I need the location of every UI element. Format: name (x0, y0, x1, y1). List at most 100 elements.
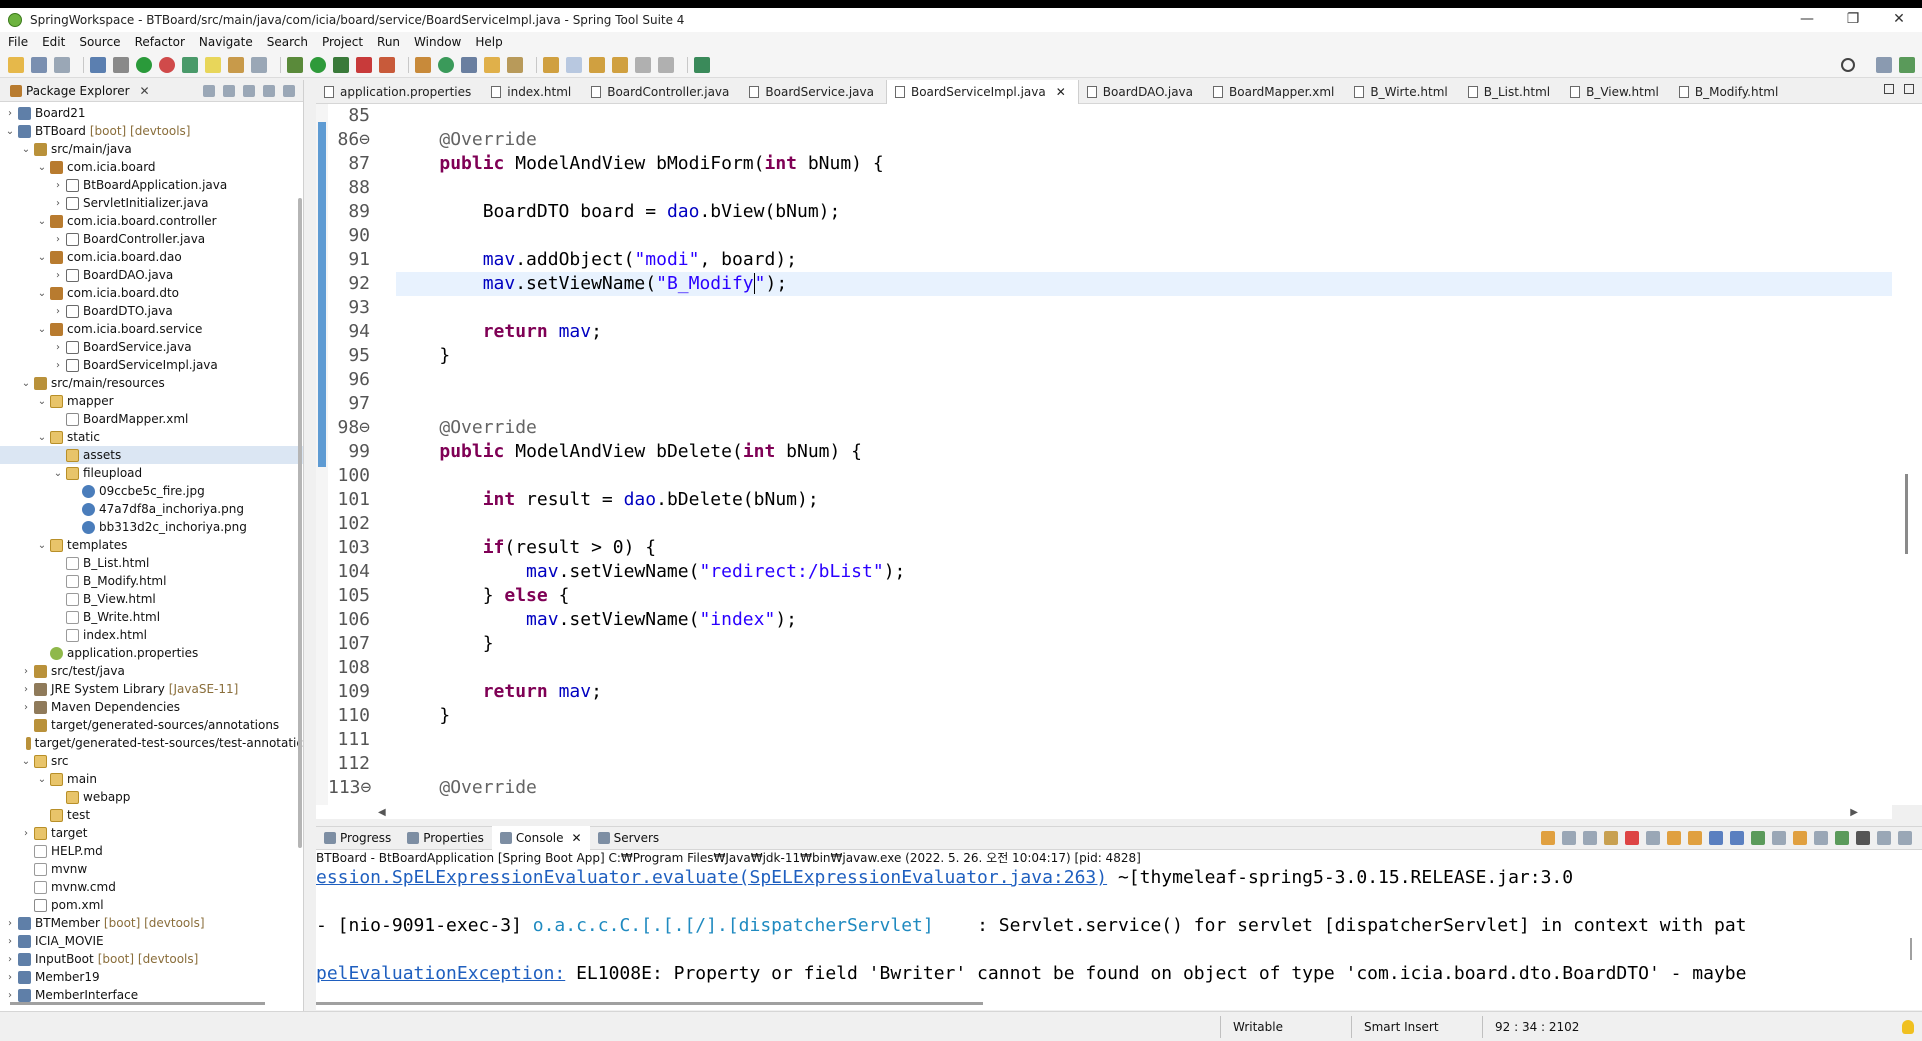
menu-refactor[interactable]: Refactor (135, 35, 185, 49)
tree-item[interactable]: ⌄ src/main/java (0, 140, 303, 158)
tree-item[interactable]: target/generated-test-sources/test-annot… (0, 734, 303, 752)
code-line[interactable] (396, 512, 1892, 536)
tree-item[interactable]: B_View.html (0, 590, 303, 608)
collapsed-arrow-icon[interactable]: › (4, 918, 16, 929)
expanded-arrow-icon[interactable]: ⌄ (36, 162, 48, 173)
menu-navigate[interactable]: Navigate (199, 35, 253, 49)
open-console-icon[interactable] (1541, 831, 1555, 845)
editor-tab[interactable]: BoardMapper.xml (1205, 80, 1346, 104)
tree-item[interactable]: ⌄ src/main/resources (0, 374, 303, 392)
expanded-arrow-icon[interactable]: ⌄ (36, 774, 48, 785)
editor-tab[interactable]: B_View.html (1562, 80, 1671, 104)
maximize-view-icon[interactable] (283, 84, 295, 97)
code-line[interactable]: } else { (396, 584, 1892, 608)
expanded-arrow-icon[interactable]: ⌄ (20, 378, 32, 389)
collapsed-arrow-icon[interactable]: › (4, 972, 16, 983)
tree-item[interactable]: › target (0, 824, 303, 842)
code-editor[interactable]: 85 86⊖ 87 88 89 90 91 92 93 94 95 96 97 98⊖ 99 100 101 10… (316, 104, 1892, 805)
close-button[interactable]: ✕ (1876, 8, 1922, 32)
collapsed-arrow-icon[interactable]: › (4, 936, 16, 947)
tree-item[interactable]: ⌄ com.icia.board.dao (0, 248, 303, 266)
collapsed-arrow-icon[interactable]: › (52, 306, 64, 317)
code-line[interactable] (396, 728, 1892, 752)
current-code-line[interactable]: mav.setViewName("B_Modify"); (396, 272, 1892, 296)
console-output[interactable]: BTBoard - BtBoardApplication [Spring Boo… (316, 850, 1922, 1010)
menu-edit[interactable]: Edit (42, 35, 65, 49)
explorer-horizontal-scrollbar[interactable] (10, 1002, 265, 1005)
status-cursor-position[interactable]: 92 : 34 : 2102 (1483, 1020, 1633, 1034)
tree-item[interactable]: › BoardService.java (0, 338, 303, 356)
scroll-right-icon[interactable]: ▶ (1850, 807, 1892, 818)
collapsed-arrow-icon[interactable]: › (4, 990, 16, 1001)
last-edit-icon[interactable] (589, 56, 605, 73)
terminal-icon[interactable] (90, 56, 106, 73)
tree-item[interactable]: ⌄ static (0, 428, 303, 446)
explorer-scrollbar[interactable] (298, 198, 302, 848)
minimize-view-icon[interactable] (263, 84, 275, 97)
editor-tab[interactable]: BoardService.java (741, 80, 886, 104)
new-console-icon[interactable] (1793, 831, 1807, 845)
code-line[interactable]: mav.setViewName("index"); (396, 608, 1892, 632)
boot-dashboard-icon[interactable] (136, 56, 152, 73)
minimize-editor-icon[interactable] (1884, 84, 1894, 94)
expanded-arrow-icon[interactable]: ⌄ (36, 252, 48, 263)
status-insert-mode[interactable]: Smart Insert (1352, 1020, 1482, 1034)
bottom-tab-servers[interactable]: Servers (590, 826, 668, 850)
perspective-icon[interactable] (1876, 56, 1892, 73)
tree-item[interactable]: B_Write.html (0, 608, 303, 626)
word-wrap-icon[interactable] (1688, 831, 1702, 845)
scroll-lock-icon[interactable] (1667, 831, 1681, 845)
view-menu-icon[interactable] (243, 84, 255, 97)
tree-item[interactable]: › ICIA_MOVIE (0, 932, 303, 950)
code-line[interactable] (396, 296, 1892, 320)
link-with-editor-icon[interactable] (223, 84, 235, 97)
tree-item[interactable]: BoardMapper.xml (0, 410, 303, 428)
tree-item[interactable]: › InputBoot [boot] [devtools] (0, 950, 303, 968)
tree-item[interactable]: assets (0, 446, 303, 464)
remove-all-icon[interactable] (1583, 831, 1597, 845)
code-line[interactable]: int result = dao.bDelete(bNum); (396, 488, 1892, 512)
tree-item[interactable]: › BoardServiceImpl.java (0, 356, 303, 374)
tree-item[interactable]: bb313d2c_inchoriya.png (0, 518, 303, 536)
display-console-icon[interactable] (1772, 831, 1786, 845)
tree-item[interactable]: › BoardDTO.java (0, 302, 303, 320)
code-line[interactable] (396, 368, 1892, 392)
tree-item[interactable]: › BtBoardApplication.java (0, 176, 303, 194)
editor-tab[interactable]: B_Wirte.html (1346, 80, 1459, 104)
editor-tab[interactable]: index.html (483, 80, 583, 104)
tree-item[interactable]: ⌄ com.icia.board.dto (0, 284, 303, 302)
code-line[interactable]: public ModelAndView bModiForm(int bNum) … (396, 152, 1892, 176)
next-edit-icon[interactable] (543, 56, 559, 73)
tree-item[interactable]: B_Modify.html (0, 572, 303, 590)
code-line[interactable]: BoardDTO board = dao.bView(bNum); (396, 200, 1892, 224)
tree-item[interactable]: ⌄ main (0, 770, 303, 788)
bottom-tab-console[interactable]: Console ✕ (491, 826, 590, 850)
tree-item[interactable]: pom.xml (0, 896, 303, 914)
search-icon[interactable] (1841, 57, 1855, 72)
lightbulb-icon[interactable] (1902, 1019, 1914, 1034)
save-all-icon[interactable] (54, 56, 70, 73)
tree-item[interactable]: › BTMember [boot] [devtools] (0, 914, 303, 932)
code-line[interactable]: return mav; (396, 680, 1892, 704)
code-line[interactable] (396, 752, 1892, 776)
next-annotation-icon[interactable] (228, 56, 244, 73)
maximize-editor-icon[interactable] (1904, 84, 1914, 94)
expanded-arrow-icon[interactable]: ⌄ (36, 288, 48, 299)
show-stdout-icon[interactable] (1709, 831, 1723, 845)
expanded-arrow-icon[interactable]: ⌄ (36, 324, 48, 335)
tree-item[interactable]: index.html (0, 626, 303, 644)
open-type-icon[interactable] (461, 56, 477, 73)
collapsed-arrow-icon[interactable]: › (52, 198, 64, 209)
tree-item[interactable]: B_List.html (0, 554, 303, 572)
code-line[interactable]: @Override (396, 128, 1892, 152)
tree-item[interactable]: ⌄ BTBoard [boot] [devtools] (0, 122, 303, 140)
tree-item[interactable]: › JRE System Library [JavaSE-11] (0, 680, 303, 698)
code-line[interactable]: } (396, 632, 1892, 656)
tree-item[interactable]: ⌄ com.icia.board.service (0, 320, 303, 338)
collapsed-arrow-icon[interactable]: › (52, 270, 64, 281)
code-line[interactable]: @Override (396, 416, 1892, 440)
console-view-menu-icon[interactable] (1814, 831, 1828, 845)
code-line[interactable]: return mav; (396, 320, 1892, 344)
code-line[interactable] (396, 104, 1892, 128)
collapsed-arrow-icon[interactable]: › (52, 342, 64, 353)
